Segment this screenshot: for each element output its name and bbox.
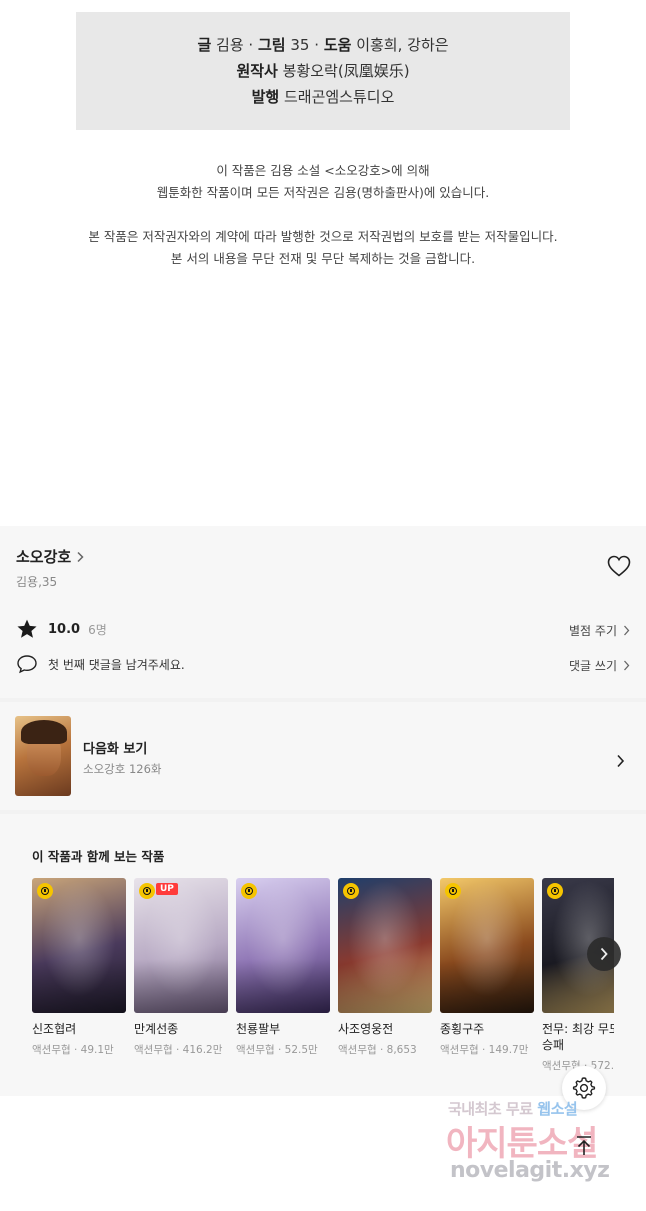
notice-line: 본 서의 내용을 무단 전재 및 무단 복제하는 것을 금합니다. [170, 251, 476, 266]
credit-separator: · [248, 36, 254, 54]
write-comment-button[interactable]: 댓글 쓰기 [569, 657, 630, 674]
credits-line-2: 원작사 봉황오락(凤凰娱乐) [236, 60, 409, 82]
next-episode-thumbnail [15, 716, 71, 796]
rating-count: 6명 [88, 622, 107, 637]
star-icon [16, 618, 38, 640]
recommendation-title: 전무: 최강 무도 계승패 [542, 1022, 614, 1052]
recommendation-meta: 액션무협 · 416.2만 [134, 1044, 223, 1056]
recommendation-cover: UP [134, 878, 228, 1013]
recommendation-title: 만계선종 [134, 1022, 179, 1036]
credits-box: 글 김용 · 그림 35 · 도움 이홍희, 강하은 원작사 봉황오락(凤凰娱乐… [76, 12, 570, 130]
chevron-right-icon [616, 753, 625, 772]
rating-score: 10.0 [48, 621, 81, 637]
credit-label-writer: 글 [197, 36, 212, 54]
next-episode-card[interactable]: 다음화 보기 소오강호 126화 [0, 702, 646, 810]
comment-prompt: 첫 번째 댓글을 남겨주세요. [48, 657, 185, 672]
credits-line-3: 발행 드래곤엠스튜디오 [252, 86, 395, 108]
recommendation-meta: 액션무협 · 49.1만 [32, 1044, 114, 1056]
credit-value-writer: 김용 [216, 36, 244, 54]
recommendation-item[interactable]: 종횡구주액션무협 · 149.7만 [440, 878, 534, 1057]
up-badge: UP [156, 883, 178, 895]
recommendation-meta: 액션무협 · 52.5만 [236, 1044, 318, 1056]
recommendations-section: 이 작품과 함께 보는 작품 신조협려액션무협 · 49.1만 UP 만계선종액션무… [0, 814, 646, 1096]
watermark-line-1: 국내최초 무료 웹소설 [448, 1100, 578, 1118]
recommendations-list: 신조협려액션무협 · 49.1만 UP 만계선종액션무협 · 416.2만 천룡팔부액… [32, 878, 614, 1090]
clock-icon [343, 883, 359, 899]
clock-icon [445, 883, 461, 899]
rate-button-label: 별점 주기 [569, 624, 617, 638]
watermark: 국내최초 무료 웹소설 아지툰소설 novelagit.xyz [440, 1096, 640, 1196]
recommendation-item[interactable]: 사조영웅전액션무협 · 8,653 [338, 878, 432, 1057]
next-episode-title: 다음화 보기 [83, 742, 148, 757]
clock-icon [547, 883, 563, 899]
work-title: 소오강호 [16, 548, 72, 566]
chevron-right-icon [623, 625, 630, 636]
notice-line: 이 작품은 김용 소설 <소오강호>에 의해 [216, 163, 430, 178]
recommendation-cover [338, 878, 432, 1013]
recommendation-meta: 액션무협 · 149.7만 [440, 1044, 529, 1056]
credit-label-publisher: 발행 [251, 88, 280, 106]
work-authors: 김용,35 [16, 575, 58, 589]
carousel-next-button[interactable] [587, 937, 621, 971]
credit-label-assist: 도움 [323, 36, 352, 54]
credit-label-art: 그림 [257, 36, 286, 54]
copyright-notice: 이 작품은 김용 소설 <소오강호>에 의해 웹툰화한 작품이며 모든 저작권은… [0, 160, 646, 270]
chevron-right-icon [75, 551, 84, 563]
notice-line: 웹툰화한 작품이며 모든 저작권은 김용(명하출판사)에 있습니다. [156, 185, 490, 200]
gear-icon [572, 1076, 596, 1100]
rate-button[interactable]: 별점 주기 [569, 622, 630, 639]
recommendation-cover [440, 878, 534, 1013]
work-info-card: 소오강호 김용,35 10.0 6명 별점 주기 첫 번째 댓글을 남겨주세요.… [0, 526, 646, 698]
chevron-right-icon [599, 947, 609, 961]
scroll-to-top-button[interactable] [562, 1124, 606, 1168]
write-comment-label: 댓글 쓰기 [569, 659, 617, 673]
credit-value-art: 35 [290, 36, 310, 54]
recommendation-meta: 액션무협 · 8,653 [338, 1044, 417, 1056]
notice-line: 본 작품은 저작권자와의 계약에 따라 발행한 것으로 저작권법의 보호를 받는… [88, 229, 558, 244]
recommendation-cover [32, 878, 126, 1013]
credit-value-original: 봉황오락(凤凰娱乐) [282, 62, 410, 80]
recommendation-item[interactable]: UP 만계선종액션무협 · 416.2만 [134, 878, 228, 1057]
recommendation-cover [236, 878, 330, 1013]
rating-row: 10.0 6명 [16, 618, 107, 640]
credit-value-assist: 이홍희, 강하은 [356, 36, 449, 54]
recommendations-heading: 이 작품과 함께 보는 작품 [32, 849, 165, 864]
next-episode-subtitle: 소오강호 126화 [83, 762, 162, 776]
credit-label-original: 원작사 [236, 62, 278, 80]
recommendation-item[interactable]: 천룡팔부액션무협 · 52.5만 [236, 878, 330, 1057]
heart-icon[interactable] [606, 554, 632, 578]
recommendation-title: 종횡구주 [440, 1022, 485, 1036]
credits-line-1: 글 김용 · 그림 35 · 도움 이홍희, 강하은 [197, 34, 448, 56]
recommendation-item[interactable]: 전무: 최강 무도 계승패액션무협 · 572.3만 [542, 878, 614, 1073]
clock-icon [37, 883, 53, 899]
clock-icon [139, 883, 155, 899]
clock-icon [241, 883, 257, 899]
comment-bubble-icon [16, 654, 38, 674]
recommendation-item[interactable]: 신조협려액션무협 · 49.1만 [32, 878, 126, 1057]
recommendation-title: 천룡팔부 [236, 1022, 281, 1036]
credit-separator: · [314, 36, 320, 54]
arrow-up-icon [574, 1135, 594, 1157]
chevron-right-icon [623, 660, 630, 671]
recommendation-title: 신조협려 [32, 1022, 77, 1036]
comment-row[interactable]: 첫 번째 댓글을 남겨주세요. [16, 654, 185, 674]
recommendation-title: 사조영웅전 [338, 1022, 394, 1036]
credit-value-publisher: 드래곤엠스튜디오 [283, 88, 395, 106]
settings-button[interactable] [562, 1066, 606, 1110]
work-title-link[interactable]: 소오강호 [16, 546, 84, 567]
